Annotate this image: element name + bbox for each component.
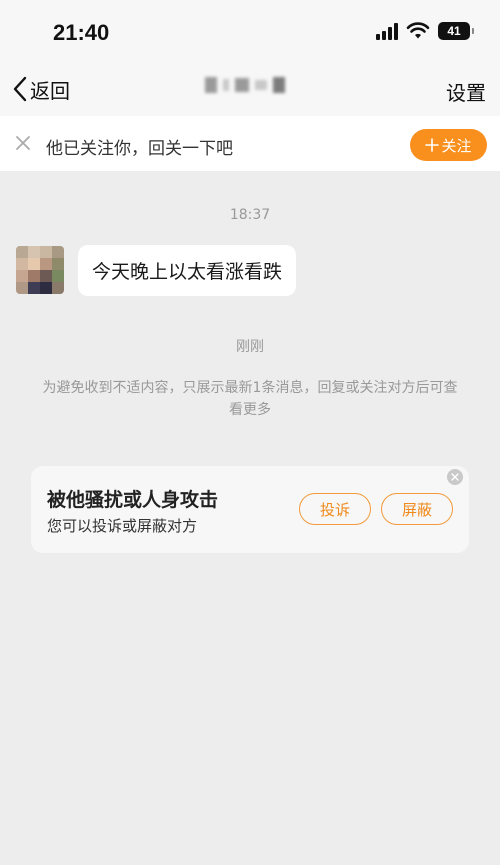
back-button[interactable]: 返回 [12, 74, 70, 104]
close-icon[interactable] [14, 134, 32, 156]
back-label: 返回 [30, 78, 70, 103]
harassment-card-title: 被他骚扰或人身攻击 [47, 489, 219, 511]
cellular-signal-icon [376, 22, 398, 40]
card-close-icon[interactable] [447, 469, 463, 485]
block-button[interactable]: 屏蔽 [381, 493, 453, 525]
settings-button[interactable]: 设置 [446, 77, 486, 106]
message-bubble[interactable]: 今天晚上以太看涨看跌 [78, 245, 297, 296]
status-bar: 21:40 41 [0, 0, 500, 62]
harassment-card: 被他骚扰或人身攻击 您可以投诉或屏蔽对方 投诉 屏蔽 [31, 466, 469, 553]
recent-timestamp: 刚刚 [236, 339, 264, 355]
report-button[interactable]: 投诉 [299, 493, 371, 525]
message-timestamp: 18:37 [229, 207, 271, 223]
status-time: 21:40 [53, 20, 110, 45]
follow-back-message: 他已关注你，回关一下吧 [46, 139, 233, 159]
status-icons: 41 [376, 22, 474, 40]
message-limit-notice: 为避免收到不适内容，只展示最新1条消息，回复或关注对方后可查看更多 [42, 380, 458, 418]
follow-button-label: 关注 [441, 136, 472, 155]
chevron-left-icon [13, 76, 27, 102]
nav-title-obscured [205, 77, 285, 93]
harassment-card-subtitle: 您可以投诉或屏蔽对方 [47, 517, 198, 535]
plus-icon [425, 138, 440, 152]
wifi-icon [406, 22, 430, 39]
follow-back-bar: 他已关注你，回关一下吧 关注 [0, 116, 500, 172]
avatar[interactable] [16, 246, 64, 294]
battery-icon: 41 [438, 22, 474, 40]
nav-bar: 返回 设置 [0, 62, 500, 116]
follow-button[interactable]: 关注 [410, 129, 487, 161]
